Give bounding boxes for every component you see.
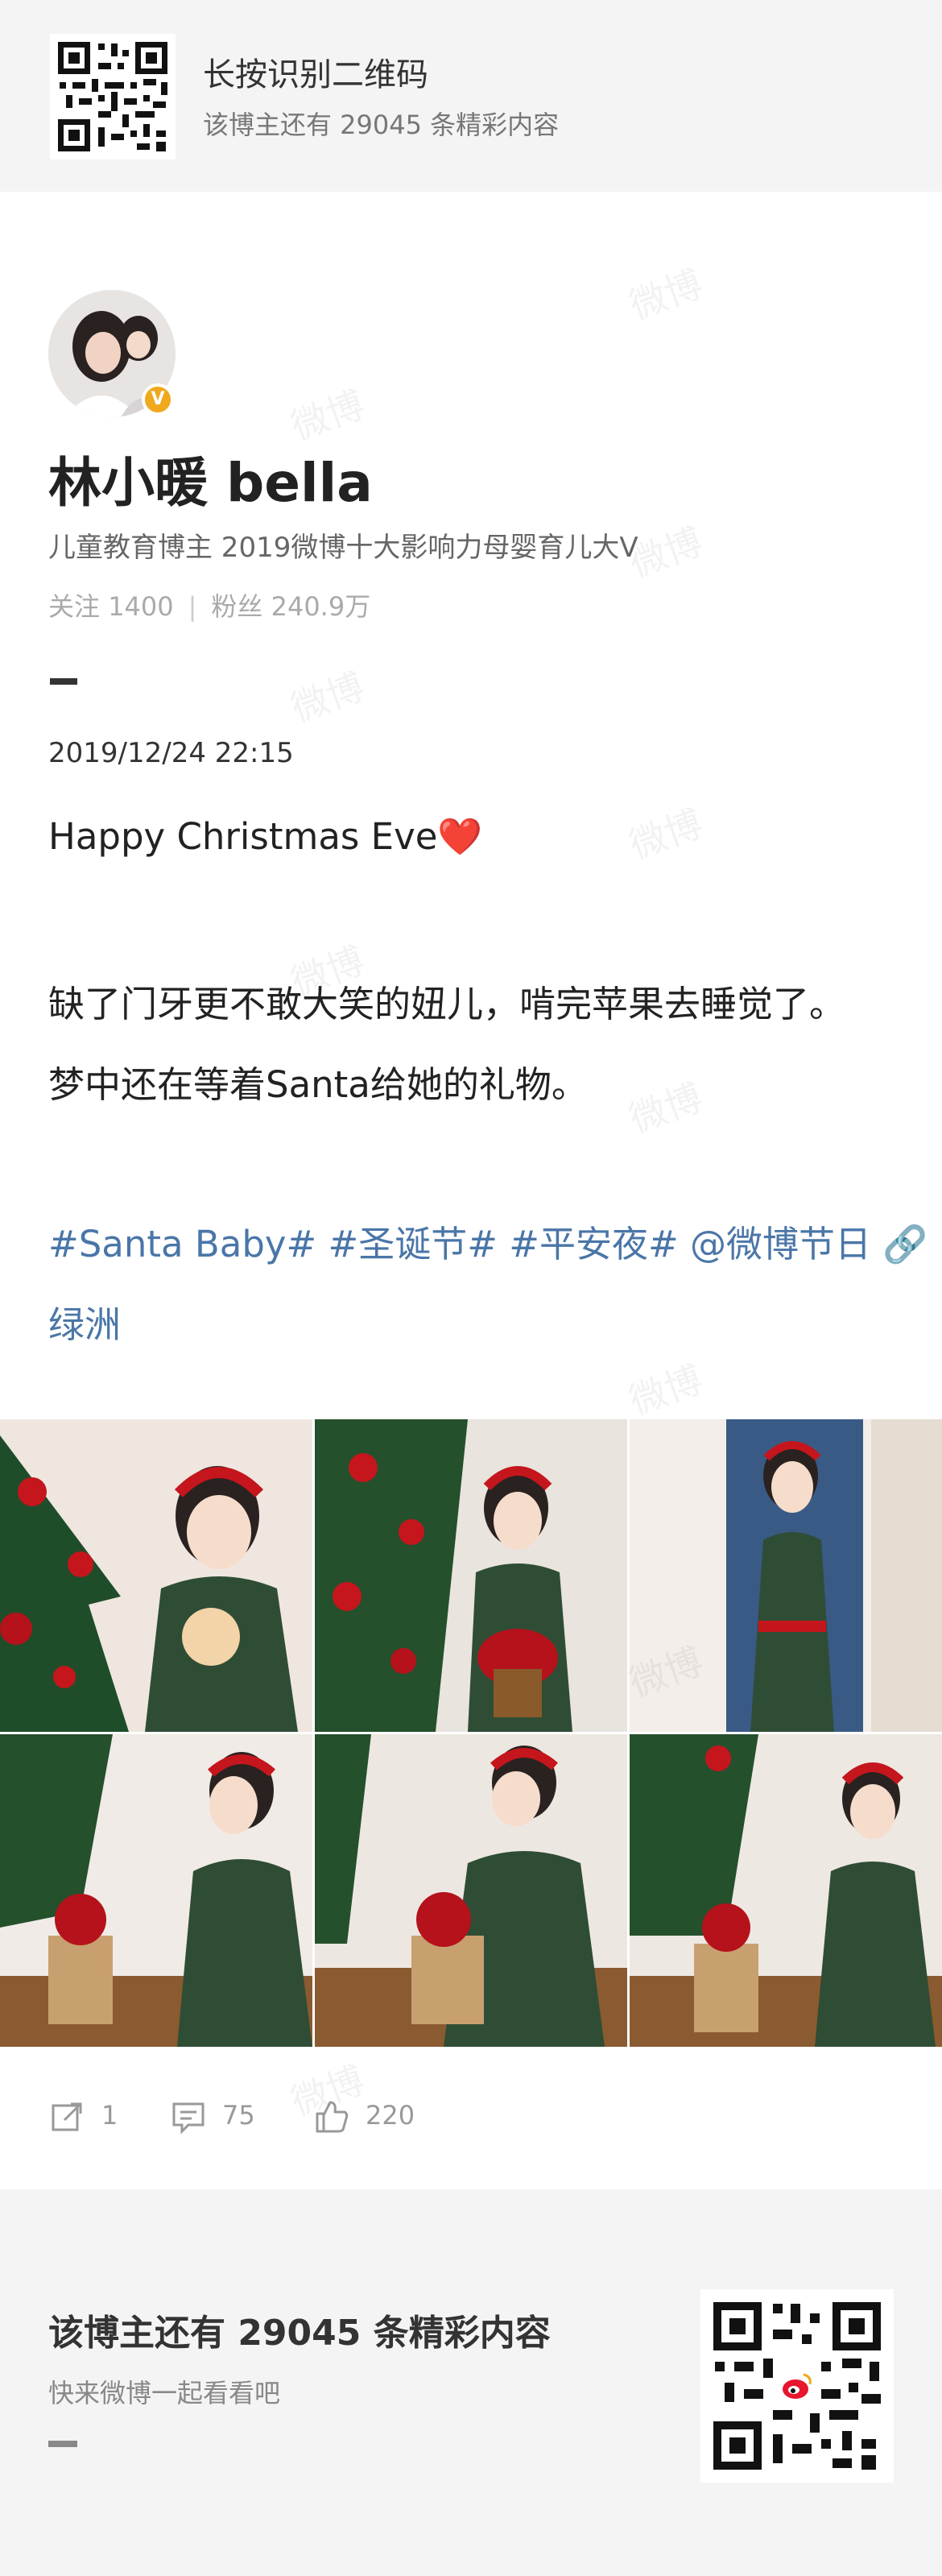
- footer-divider: [48, 2441, 77, 2447]
- banner-subtitle: 该博主还有 29045 条精彩内容: [203, 110, 560, 140]
- watermark: 微博: [623, 1075, 709, 1141]
- banner-title: 长按识别二维码: [203, 56, 428, 93]
- following-label: 关注: [48, 591, 101, 622]
- watermark: 微博: [623, 261, 709, 328]
- comment-icon: [172, 2102, 205, 2135]
- post-topics[interactable]: #Santa Baby# #圣诞节# #平安夜# @微博节日 🔗: [48, 1215, 928, 1267]
- thumbs-up-icon: [316, 2101, 349, 2133]
- photo-thumbnail[interactable]: [630, 1419, 942, 1732]
- comment-count: 75: [222, 2100, 255, 2131]
- profile-stats: 关注 1400 | 粉丝 240.9万: [48, 586, 370, 623]
- footer-title: 该博主还有 29045 条精彩内容: [48, 2313, 551, 2354]
- username[interactable]: 林小暖 bella: [48, 440, 373, 517]
- qr-banner: 长按识别二维码 该博主还有 29045 条精彩内容: [0, 0, 942, 192]
- repost-count: 1: [101, 2100, 118, 2131]
- repost-button[interactable]: 1: [50, 2099, 118, 2135]
- photo-thumbnail[interactable]: [315, 1419, 627, 1732]
- post-text-line: 缺了门牙更不敢大笑的妞儿，啃完苹果去睡觉了。: [48, 983, 846, 1025]
- followers-count: 240.9万: [271, 591, 371, 622]
- photo-thumbnail[interactable]: [315, 1734, 627, 2047]
- post-text-line: 梦中还在等着Santa给她的礼物。: [48, 1063, 588, 1106]
- photo-gallery: [0, 1419, 942, 2048]
- action-bar: 1 75 220: [0, 2086, 942, 2151]
- verified-badge-icon: V: [142, 383, 174, 416]
- watermark: 微博: [285, 664, 370, 731]
- like-button[interactable]: 220: [314, 2099, 415, 2135]
- following-count: 1400: [108, 591, 174, 622]
- post-timestamp: 2019/12/24 22:15: [48, 737, 294, 769]
- footer-subtitle: 快来微博一起看看吧: [48, 2378, 281, 2408]
- stats-separator: |: [188, 591, 197, 622]
- share-icon: [52, 2102, 82, 2131]
- photo-thumbnail[interactable]: [0, 1419, 312, 1732]
- post-text-line: Happy Christmas Eve❤️: [48, 815, 483, 858]
- qr-code-small[interactable]: [50, 34, 176, 159]
- like-count: 220: [366, 2100, 415, 2131]
- photo-thumbnail[interactable]: [630, 1734, 942, 2047]
- profile-bio: 儿童教育博主 2019微博十大影响力母婴育儿大V: [48, 532, 638, 564]
- followers-label: 粉丝: [211, 591, 263, 622]
- divider-dash: [50, 678, 77, 685]
- watermark: 微博: [623, 1356, 709, 1423]
- watermark: 微博: [623, 801, 709, 868]
- footer-promo: 该博主还有 29045 条精彩内容 快来微博一起看看吧: [0, 2189, 942, 2576]
- photo-thumbnail[interactable]: [0, 1734, 312, 2047]
- comment-button[interactable]: 75: [171, 2099, 255, 2135]
- post-location-link[interactable]: 绿洲: [48, 1295, 121, 1348]
- qr-code-large[interactable]: [700, 2289, 894, 2483]
